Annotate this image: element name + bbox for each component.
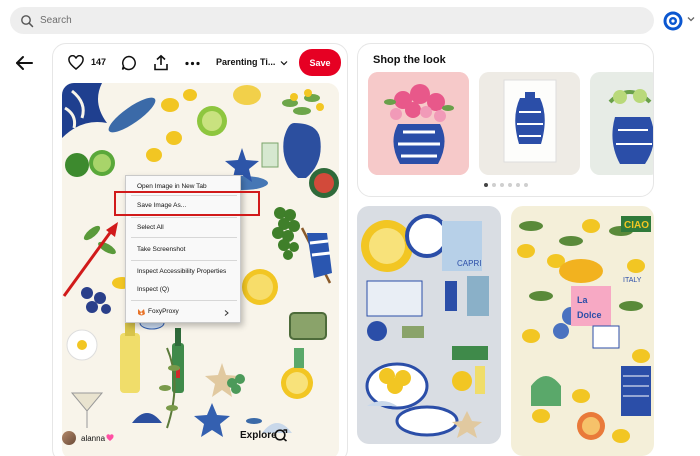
author-name[interactable]: alanna <box>81 434 105 443</box>
more-options-icon[interactable] <box>185 61 200 66</box>
highlight-box <box>114 191 260 216</box>
shop-item[interactable] <box>479 72 580 175</box>
menu-divider <box>131 217 237 218</box>
pin-toolbar: 147 Parenting Ti... Save <box>53 44 349 84</box>
related-pin[interactable]: CAPRI <box>357 206 501 444</box>
like-count: 147 <box>91 57 107 67</box>
shop-item[interactable] <box>368 72 469 175</box>
chevron-down-icon[interactable] <box>686 14 696 24</box>
svg-text:CIAO: CIAO <box>624 220 649 231</box>
shop-title: Shop the look <box>373 54 446 66</box>
pin-author[interactable]: alanna <box>62 431 114 445</box>
foxyproxy-icon <box>138 309 145 316</box>
shop-the-look-card: Shop the look <box>357 43 654 197</box>
carousel-dot[interactable] <box>516 183 520 187</box>
svg-text:Dolce: Dolce <box>577 310 602 320</box>
comment-icon[interactable] <box>121 55 137 71</box>
svg-text:ITALY: ITALY <box>623 277 642 284</box>
svg-text:CAPRI: CAPRI <box>457 259 481 268</box>
related-pin-image: CAPRI <box>357 206 501 444</box>
board-selector[interactable]: Parenting Ti... <box>216 57 275 67</box>
heart-icon[interactable] <box>68 55 84 71</box>
shop-item-image <box>590 72 653 175</box>
pink-heart-icon <box>106 434 114 441</box>
back-arrow-icon[interactable] <box>14 54 34 72</box>
ctx-select-all[interactable]: Select All <box>137 222 164 234</box>
carousel-dot[interactable] <box>500 183 504 187</box>
red-arrow-annotation <box>62 222 118 297</box>
carousel-dots <box>484 183 528 187</box>
avatar[interactable] <box>62 431 76 445</box>
carousel-dot[interactable] <box>492 183 496 187</box>
ctx-foxyproxy[interactable]: FoxyProxy <box>148 306 179 318</box>
pinterest-pin-page: Search 147 Parenting Ti... Save Explore … <box>0 0 700 456</box>
ctx-take-screenshot[interactable]: Take Screenshot <box>137 244 185 256</box>
visual-search-icon[interactable] <box>274 428 288 442</box>
search-placeholder: Search <box>40 15 72 26</box>
related-pin-image: CIAO La Dolce ITALY <box>511 206 654 456</box>
shop-item-image <box>479 72 580 175</box>
ctx-inspect-accessibility[interactable]: Inspect Accessibility Properties <box>137 266 226 278</box>
save-button[interactable]: Save <box>299 49 341 76</box>
shop-item-image <box>368 72 469 175</box>
menu-divider <box>131 260 237 261</box>
chevron-right-icon <box>224 310 229 316</box>
shop-item[interactable] <box>590 72 653 175</box>
account-avatar-icon[interactable] <box>663 11 683 31</box>
related-pin[interactable]: CIAO La Dolce ITALY <box>511 206 654 456</box>
chevron-down-icon[interactable] <box>280 59 288 67</box>
ctx-inspect[interactable]: Inspect (Q) <box>137 284 169 296</box>
explore-label[interactable]: Explore <box>240 430 277 441</box>
svg-text:La: La <box>577 295 588 305</box>
search-bar[interactable]: Search <box>10 7 654 34</box>
carousel-dot[interactable] <box>484 183 488 187</box>
carousel-dot[interactable] <box>508 183 512 187</box>
carousel-dot[interactable] <box>524 183 528 187</box>
menu-divider <box>131 237 237 238</box>
menu-divider <box>131 300 237 301</box>
search-icon <box>21 14 34 27</box>
share-icon[interactable] <box>153 54 169 71</box>
